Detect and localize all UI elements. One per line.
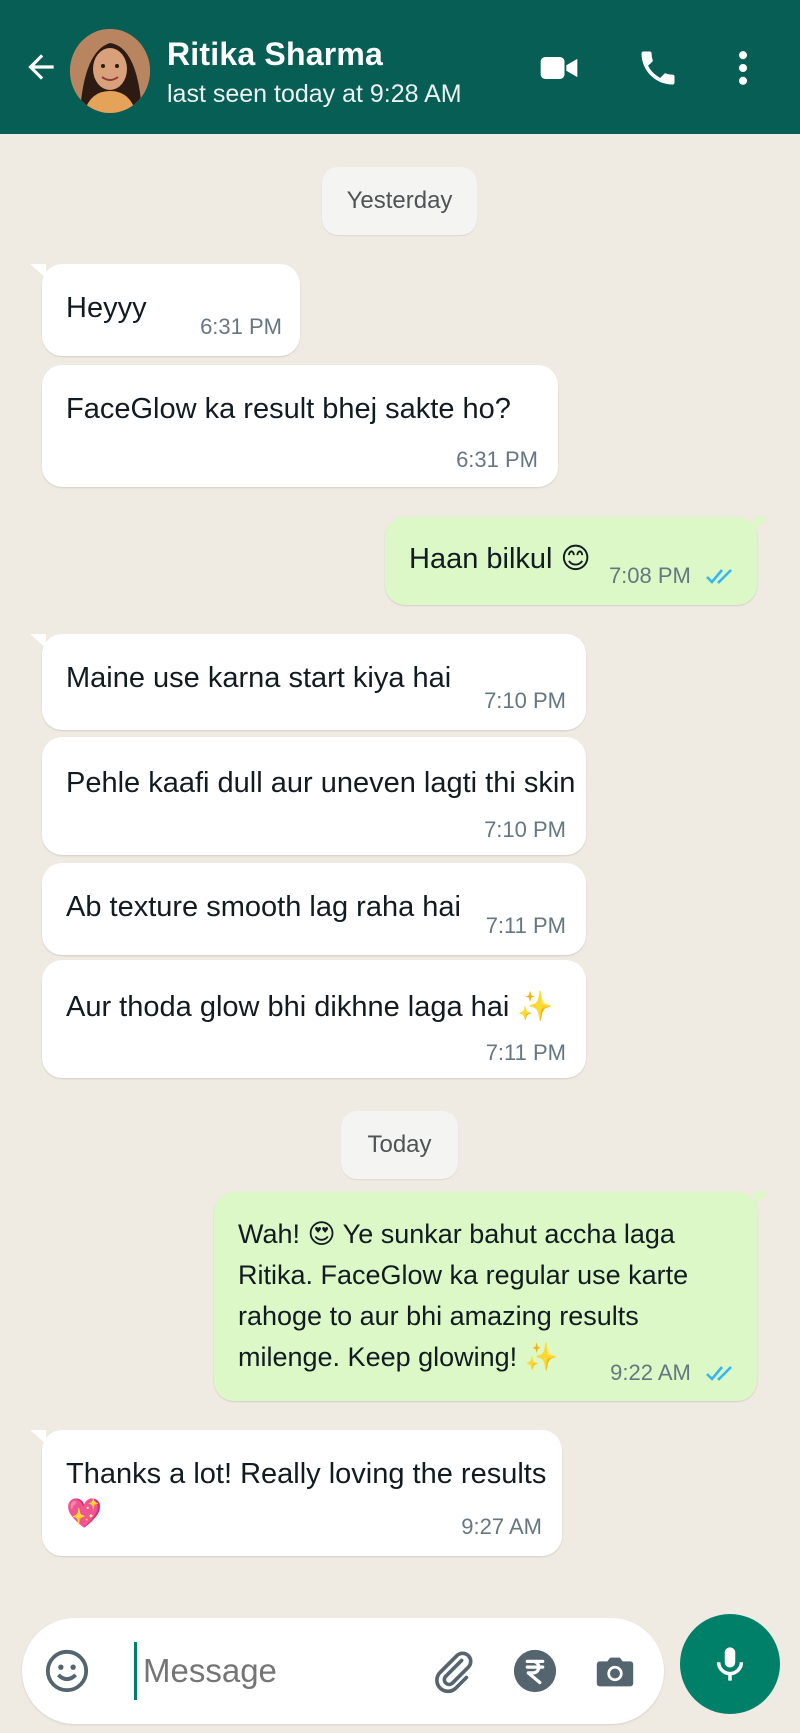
double-check-read-icon: [706, 569, 732, 584]
message-line: Wah! 😍 Ye sunkar bahut accha laga: [238, 1219, 675, 1249]
back-arrow-icon[interactable]: [22, 48, 60, 86]
incoming-message[interactable]: Thanks a lot! Really loving the results …: [30, 1430, 562, 1556]
message-input[interactable]: [134, 1642, 434, 1700]
incoming-message[interactable]: Pehle kaafi dull aur uneven lagti thi sk…: [42, 737, 586, 855]
more-options-icon[interactable]: [721, 46, 765, 90]
incoming-message[interactable]: Ab texture smooth lag raha hai 7:11 PM: [42, 863, 586, 955]
message-time: 9:27 AM: [461, 1514, 542, 1539]
chat-header: Ritika Sharma last seen today at 9:28 AM: [0, 0, 800, 134]
message-line: Ritika. FaceGlow ka regular use karte: [238, 1260, 689, 1290]
message-text: Wah! 😍 Ye sunkar bahut accha laga Ritika…: [238, 1214, 737, 1378]
message-line: rahoge to aur bhi amazing results: [238, 1301, 639, 1331]
message-text: Pehle kaafi dull aur uneven lagti thi sk…: [66, 767, 576, 799]
contact-avatar[interactable]: [70, 29, 150, 113]
message-time: 7:10 PM: [484, 817, 566, 842]
message-line: Thanks a lot! Really loving the results: [66, 1458, 547, 1490]
double-check-read-icon: [706, 1366, 732, 1381]
microphone-icon: [716, 1647, 744, 1681]
outgoing-message[interactable]: Haan bilkul 😊 7:08 PM: [385, 517, 769, 605]
message-time: 7:11 PM: [485, 913, 566, 938]
contact-name[interactable]: Ritika Sharma: [167, 36, 383, 73]
paperclip-icon[interactable]: [430, 1648, 476, 1694]
date-chip-today: Today: [341, 1111, 458, 1179]
incoming-message[interactable]: Heyyy 6:31 PM: [30, 264, 300, 356]
last-seen-status: last seen today at 9:28 AM: [167, 80, 462, 108]
rupee-payment-icon[interactable]: [512, 1648, 558, 1694]
voice-record-button[interactable]: [680, 1614, 780, 1714]
incoming-message[interactable]: FaceGlow ka result bhej sakte ho? 6:31 P…: [42, 365, 558, 487]
message-meta: 9:22 AM: [610, 1360, 739, 1386]
message-meta: 7:08 PM: [609, 563, 739, 589]
camera-icon[interactable]: [592, 1648, 638, 1694]
incoming-message[interactable]: Aur thoda glow bhi dikhne laga hai ✨ 7:1…: [42, 960, 586, 1078]
incoming-message[interactable]: Maine use karna start kiya hai 7:10 PM: [30, 634, 586, 730]
message-time: 6:31 PM: [456, 447, 538, 472]
message-time: 6:31 PM: [200, 314, 282, 339]
video-call-icon[interactable]: [537, 46, 581, 90]
message-time: 7:08 PM: [608, 563, 691, 588]
date-chip-yesterday: Yesterday: [322, 167, 477, 235]
message-text: FaceGlow ka result bhej sakte ho?: [66, 393, 511, 425]
message-time: 7:11 PM: [485, 1040, 566, 1065]
message-text: Aur thoda glow bhi dikhne laga hai ✨: [66, 991, 554, 1023]
chat-area[interactable]: Yesterday Heyyy 6:31 PM FaceGlow ka resu…: [0, 134, 800, 1599]
phone-call-icon[interactable]: [636, 46, 680, 90]
outgoing-message[interactable]: Wah! 😍 Ye sunkar bahut accha laga Ritika…: [214, 1192, 769, 1401]
message-time: 7:10 PM: [484, 688, 566, 713]
message-input-bar: [22, 1618, 664, 1724]
message-time: 9:22 AM: [610, 1360, 691, 1385]
emoji-icon[interactable]: [44, 1648, 90, 1694]
